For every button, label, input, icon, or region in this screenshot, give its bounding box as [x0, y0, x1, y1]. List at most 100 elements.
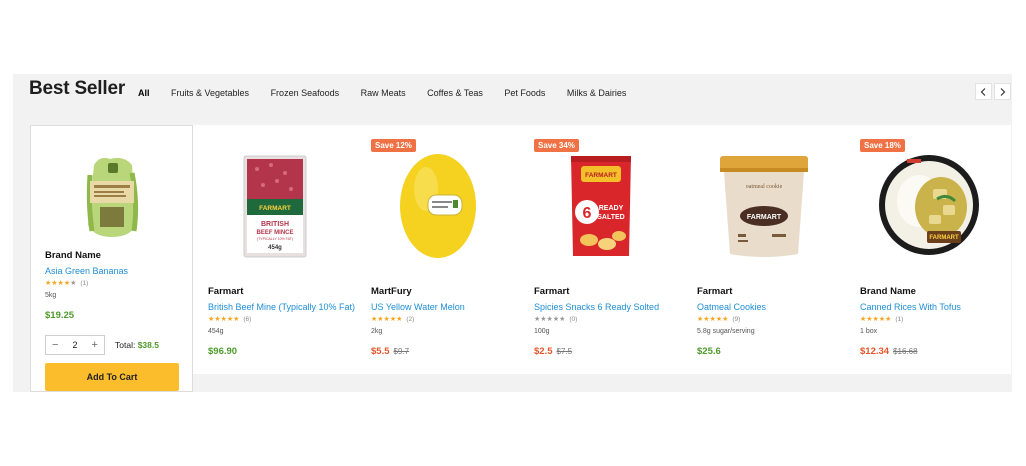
- tab-coffes-teas[interactable]: Coffes & Teas: [427, 88, 483, 98]
- section-title: Best Seller: [29, 78, 126, 99]
- product-card: Save 12% MartFury US Yellow Water Melon …: [356, 125, 519, 374]
- carousel-nav: [975, 83, 1013, 100]
- product-price: $25.6: [697, 346, 721, 357]
- product-brand: Farmart: [208, 286, 244, 297]
- product-image-melon[interactable]: [398, 151, 478, 261]
- tab-frozen-seafoods[interactable]: Frozen Seafoods: [271, 88, 340, 98]
- featured-unit: 5kg: [45, 292, 57, 299]
- product-brand: MartFury: [371, 286, 412, 297]
- product-price: $12.34: [860, 346, 890, 357]
- product-name[interactable]: Oatmeal Cookies: [697, 302, 766, 312]
- total-value: $38.5: [137, 340, 159, 350]
- bananas-image: [86, 157, 139, 237]
- rating-count: (1): [895, 315, 904, 323]
- star-rating-icon: ★★★★★: [371, 316, 403, 323]
- featured-product-name[interactable]: Asia Green Bananas: [45, 266, 128, 276]
- star-rating-icon: ★★★★★: [208, 316, 240, 323]
- featured-price: $19.25: [45, 310, 75, 321]
- qty-plus-button[interactable]: +: [92, 339, 98, 351]
- product-unit: 454g: [208, 328, 224, 335]
- product-rating: ★★★★★ (1): [860, 315, 904, 324]
- discount-badge: Save 18%: [860, 139, 905, 152]
- quantity-stepper: − 2 +: [45, 335, 105, 355]
- product-old-price: $7.5: [556, 347, 573, 356]
- product-image-beef[interactable]: FARMART BRITISH BEEF MINCE (TYPICALLY 10…: [243, 155, 307, 258]
- product-name[interactable]: US Yellow Water Melon: [371, 302, 465, 312]
- qty-minus-button[interactable]: −: [52, 339, 58, 351]
- product-price: $96.90: [208, 346, 238, 357]
- chips-bag-image: FARMART 6 READY SALTED: [571, 156, 631, 256]
- tofu-brand-text: FARMART: [929, 235, 959, 241]
- beef-label-text: FARMART: [259, 205, 291, 212]
- product-image-cookies[interactable]: oatmeal cookie FARMART: [718, 154, 810, 258]
- rating-count: (1): [80, 279, 89, 287]
- chevron-left-icon: [980, 87, 986, 96]
- beef-weight: 454g: [268, 245, 282, 251]
- product-brand: Brand Name: [860, 286, 916, 297]
- best-seller-section: Best Seller All Fruits & Vegetables Froz…: [13, 74, 1012, 392]
- rating-count: (6): [243, 315, 252, 323]
- product-rating: ★★★★★ (0): [534, 315, 578, 324]
- category-tabs: All Fruits & Vegetables Frozen Seafoods …: [138, 88, 648, 98]
- star-rating-icon: ★★★★★: [697, 316, 729, 323]
- rating-count: (0): [569, 315, 578, 323]
- cookie-top-text: oatmeal cookie: [746, 184, 783, 190]
- product-card: Save 18% FARMART Brand Name Canned Rices…: [845, 125, 1008, 374]
- product-image-rice-tofu[interactable]: FARMART: [877, 153, 981, 257]
- product-name[interactable]: Canned Rices With Tofus: [860, 302, 961, 312]
- product-rating: ★★★★★ (2): [371, 315, 415, 324]
- product-grid: FARMART BRITISH BEEF MINCE (TYPICALLY 10…: [193, 125, 1011, 374]
- qty-value[interactable]: 2: [72, 340, 77, 350]
- tab-raw-meats[interactable]: Raw Meats: [361, 88, 406, 98]
- product-image-bananas[interactable]: [79, 154, 145, 240]
- product-old-price: $16.68: [893, 347, 918, 356]
- rating-count: (9): [732, 315, 741, 323]
- product-card: FARMART BRITISH BEEF MINCE (TYPICALLY 10…: [193, 125, 356, 374]
- chips-number: 6: [583, 205, 592, 222]
- product-old-price: $9.7: [393, 347, 410, 356]
- product-price: $5.5: [371, 346, 390, 357]
- chips-brand-text: FARMART: [585, 172, 617, 179]
- cookie-tub-image: oatmeal cookie FARMART: [720, 156, 808, 257]
- product-name[interactable]: Spicies Snacks 6 Ready Solted: [534, 302, 659, 312]
- product-unit: 5.8g sugar/serving: [697, 328, 755, 335]
- product-brand: Farmart: [697, 286, 733, 297]
- product-image-chips[interactable]: FARMART 6 READY SALTED: [567, 152, 635, 260]
- tab-all[interactable]: All: [138, 88, 150, 98]
- product-rating: ★★★★★ (9): [697, 315, 741, 324]
- rice-tofu-bowl-image: FARMART: [879, 155, 979, 255]
- product-price: $2.5: [534, 346, 553, 357]
- tab-fruits-vegetables[interactable]: Fruits & Vegetables: [171, 88, 249, 98]
- featured-brand: Brand Name: [45, 250, 101, 261]
- total-label: Total:: [115, 340, 136, 350]
- yellow-melon-image: [400, 154, 476, 258]
- star-rating-icon: ★★★★★: [45, 280, 77, 287]
- product-card: Save 34% FARMART 6 READY SALTED Farmart: [519, 125, 682, 374]
- prev-button[interactable]: [975, 83, 992, 100]
- beef-mince-image: FARMART BRITISH BEEF MINCE (TYPICALLY 10…: [243, 155, 307, 258]
- cookie-brand-text: FARMART: [747, 214, 782, 221]
- star-rating-icon: ★★★★★: [534, 316, 566, 323]
- beef-line1: BRITISH: [261, 221, 289, 228]
- product-rating: ★★★★★ (6): [208, 315, 252, 324]
- product-unit: 2kg: [371, 328, 383, 335]
- product-brand: Farmart: [534, 286, 570, 297]
- beef-line2: BEEF MINCE: [256, 230, 293, 236]
- featured-rating: ★★★★★ (1): [45, 279, 89, 288]
- star-rating-icon: ★★★★★: [860, 316, 892, 323]
- total-price: Total: $38.5: [115, 340, 159, 350]
- next-button[interactable]: [994, 83, 1011, 100]
- add-to-cart-button[interactable]: Add To Cart: [45, 363, 179, 391]
- discount-badge: Save 34%: [534, 139, 579, 152]
- tab-pet-foods[interactable]: Pet Foods: [504, 88, 545, 98]
- product-unit: 100g: [534, 328, 550, 335]
- tab-milks-dairies[interactable]: Milks & Dairies: [567, 88, 627, 98]
- chips-line1: READY: [599, 205, 624, 212]
- product-name[interactable]: British Beef Mine (Typically 10% Fat): [208, 302, 355, 312]
- beef-line3: (TYPICALLY 10% FAT): [257, 237, 293, 241]
- product-unit: 1 box: [860, 328, 878, 335]
- rating-count: (2): [406, 315, 415, 323]
- chips-line2: SALTED: [597, 214, 624, 221]
- featured-product-card: Brand Name Asia Green Bananas ★★★★★ (1) …: [30, 125, 193, 392]
- product-card: oatmeal cookie FARMART Farmart Oatmeal C…: [682, 125, 845, 374]
